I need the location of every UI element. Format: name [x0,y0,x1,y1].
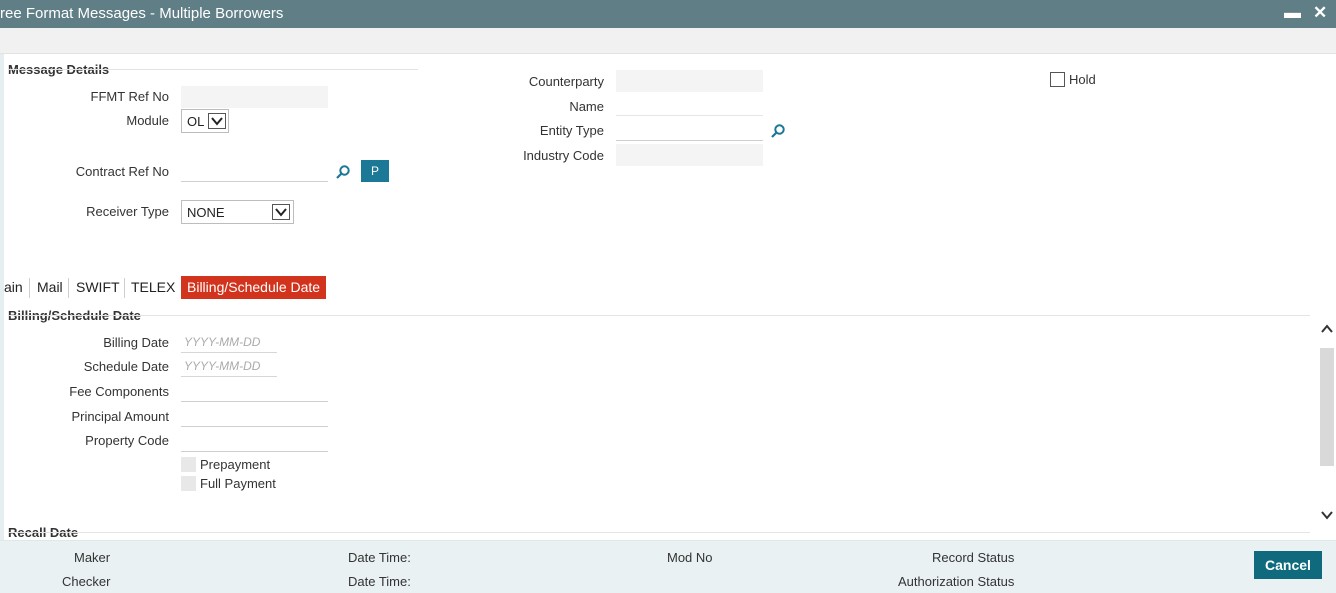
billing-date-input[interactable] [181,331,277,353]
module-label: Module [126,113,169,128]
counterparty-label: Counterparty [528,74,604,89]
principal-amount-label: Principal Amount [71,409,169,424]
minimize-icon[interactable]: ▬ [1284,3,1301,23]
ffmt-ref-no-label: FFMT Ref No [90,89,170,104]
module-select[interactable]: OL [181,109,229,133]
tab-telex[interactable]: TELEX [131,276,175,299]
prepayment-label: Prepayment [200,457,271,472]
principal-amount-input[interactable] [181,403,328,427]
mod-no-label: Mod No [667,550,713,565]
industry-code-label: Industry Code [523,148,604,163]
tab-main[interactable]: ain [4,276,23,299]
chevron-down-icon[interactable] [272,204,290,220]
receiver-type-value: NONE [187,205,225,220]
industry-code-field [616,144,763,166]
close-icon[interactable]: ✕ [1313,3,1327,23]
full-payment-label: Full Payment [200,476,276,491]
tab-billing-schedule-date[interactable]: Billing/Schedule Date [181,276,327,299]
checker-label: Checker [62,574,111,589]
search-icon[interactable] [770,123,786,139]
receiver-type-select[interactable]: NONE [181,200,294,224]
entity-type-input[interactable] [616,117,763,141]
ffmt-ref-no-field [181,86,328,108]
fee-components-input[interactable] [181,378,328,402]
title-bar: ree Format Messages - Multiple Borrowers… [0,0,1336,28]
recall-date-divider [8,532,1310,533]
scroll-up-icon[interactable] [1320,322,1334,336]
tab-swift[interactable]: SWIFT [76,276,120,299]
schedule-date-label: Schedule Date [83,359,169,374]
maker-label: Maker [74,550,111,565]
window-title: ree Format Messages - Multiple Borrowers [0,5,284,22]
contract-ref-no-label: Contract Ref No [75,164,169,179]
cancel-button[interactable]: Cancel [1254,551,1322,579]
authorization-status-label: Authorization Status [898,574,1015,589]
prepayment-checkbox[interactable] [181,457,196,472]
p-lookup-button[interactable]: P [361,160,389,182]
scroll-down-icon[interactable] [1320,508,1334,522]
tab-separator [29,278,30,298]
name-field [616,94,763,116]
contract-ref-no-input[interactable] [181,158,328,182]
checker-date-time-label: Date Time: [348,574,411,589]
message-details-divider [8,69,418,70]
entity-type-label: Entity Type [539,123,604,138]
audit-footer: Maker Checker Date Time: Date Time: Mod … [0,540,1336,593]
name-label: Name [569,99,604,114]
module-value: OL [187,114,205,129]
record-status-label: Record Status [932,550,1015,565]
schedule-date-input[interactable] [181,355,277,377]
property-code-input[interactable] [181,428,328,452]
billing-date-label: Billing Date [103,335,169,350]
counterparty-field [616,70,763,92]
fee-components-label: Fee Components [69,384,169,399]
maker-date-time-label: Date Time: [348,550,411,565]
receiver-type-label: Receiver Type [86,204,169,219]
chevron-down-icon[interactable] [208,113,226,129]
tab-separator [124,278,125,298]
toolbar-strip [0,28,1336,54]
hold-label: Hold [1069,72,1096,87]
tab-mail[interactable]: Mail [37,276,63,299]
full-payment-checkbox[interactable] [181,476,196,491]
search-icon[interactable] [335,164,351,180]
billing-schedule-divider [8,315,1310,316]
hold-checkbox[interactable] [1050,72,1065,87]
tab-separator [68,278,69,298]
scrollbar-thumb[interactable] [1320,348,1334,466]
property-code-label: Property Code [85,433,169,448]
